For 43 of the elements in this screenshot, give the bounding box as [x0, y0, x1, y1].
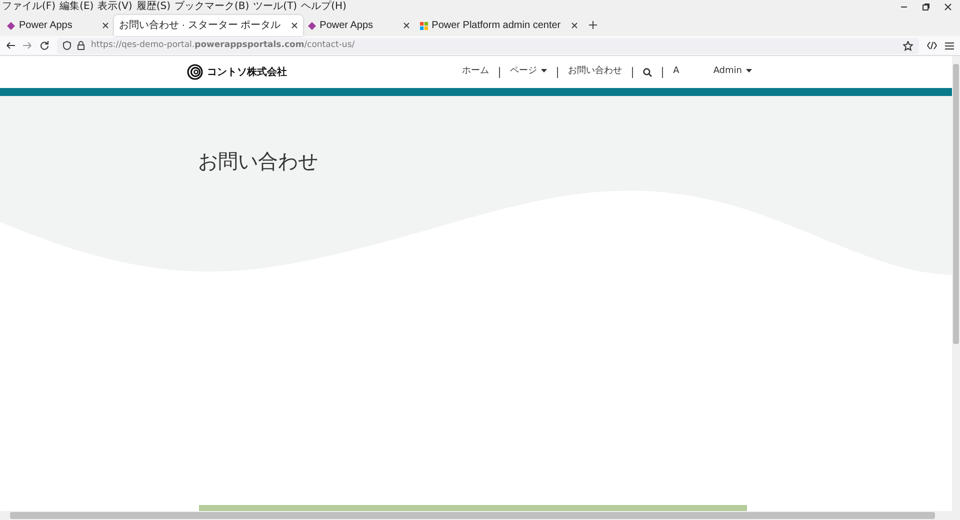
caret-icon [746, 68, 752, 73]
tab-close-icon[interactable] [102, 22, 109, 29]
shield-icon [63, 41, 71, 50]
horizontal-scrollbar[interactable] [0, 511, 960, 520]
menu-icon[interactable] [945, 42, 954, 50]
tab-close-icon[interactable] [402, 22, 410, 29]
diamond-icon [7, 22, 15, 30]
menu-item[interactable]: ヘルプ(H) [301, 0, 346, 14]
logo-icon [187, 64, 203, 80]
reload-icon[interactable] [40, 41, 49, 50]
diamond-icon [308, 22, 316, 30]
code-icon[interactable] [927, 41, 937, 50]
grid-icon [420, 22, 428, 30]
nav-link[interactable]: A [663, 65, 690, 79]
menu-item[interactable]: ブックマーク(B) [174, 0, 250, 14]
nav-link[interactable]: お問い合わせ [558, 65, 632, 79]
tab-close-icon[interactable] [570, 22, 578, 29]
menu-item[interactable]: 履歴(S) [136, 0, 170, 14]
browser-tab[interactable]: Power Apps [2, 15, 114, 36]
tab-close-icon[interactable] [290, 22, 298, 29]
new-tab-icon[interactable] [588, 21, 597, 29]
nav-dropdown[interactable]: Admin [703, 65, 762, 79]
nav-dropdown[interactable]: ページ [500, 65, 558, 79]
menu-item[interactable]: 表示(V) [98, 0, 132, 14]
page-title: お問い合わせ [198, 149, 319, 173]
menu-item[interactable]: 編集(E) [60, 0, 94, 14]
menu-item[interactable]: ファイル(F) [2, 0, 56, 14]
browser-tab[interactable]: Power Platform admin center [414, 15, 583, 36]
back-icon[interactable] [6, 41, 15, 50]
browser-tab[interactable]: Power Apps [302, 15, 415, 36]
menu-item[interactable]: ツール(T) [253, 0, 298, 14]
forward-icon[interactable] [23, 41, 32, 50]
vertical-scrollbar[interactable] [952, 56, 960, 511]
bookmark-star-icon[interactable] [903, 40, 913, 50]
restore-icon[interactable] [922, 3, 930, 11]
address-bar[interactable]: https://qes-demo-portal.powerappsportals.com/contact-us/ [57, 38, 919, 54]
brand-name[interactable]: コントソ株式会社 [207, 64, 287, 80]
nav-link[interactable]: ホーム [452, 65, 500, 79]
browser-tab[interactable]: お問い合わせ · スターター ポータル [114, 15, 303, 36]
close-icon[interactable] [944, 3, 952, 11]
lock-icon [77, 41, 85, 50]
caret-icon [541, 68, 548, 73]
url-text: https://qes-demo-portal.powerappsportals.com/contact-us/ [91, 39, 355, 52]
